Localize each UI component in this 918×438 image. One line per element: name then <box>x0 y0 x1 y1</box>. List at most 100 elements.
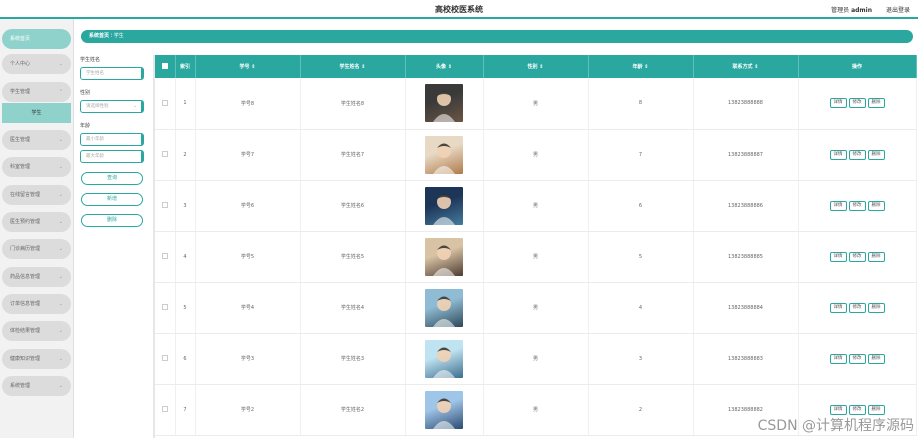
sidebar-subitem-student[interactable]: 学生 <box>2 103 71 123</box>
row-checkbox[interactable] <box>161 151 168 158</box>
row-checkbox[interactable] <box>161 406 168 413</box>
column-header-gender[interactable]: 性别 ⇕ <box>483 55 589 78</box>
chevron-down-icon: ⌄ <box>58 383 63 389</box>
cell-actions: 详情 修改 删除 <box>798 282 917 334</box>
cell-phone: 13823888888 <box>693 78 799 130</box>
sidebar-item-label: 系统管理 <box>10 383 31 389</box>
delete-button[interactable]: 删除 <box>867 353 885 364</box>
column-header-age[interactable]: 年龄 ⇕ <box>588 55 694 78</box>
row-checkbox[interactable] <box>161 355 168 362</box>
detail-button[interactable]: 详情 <box>829 251 847 262</box>
delete-button[interactable]: 删除 <box>867 404 885 415</box>
column-header-student-name[interactable]: 学生姓名 ⇕ <box>300 55 406 78</box>
gender-filter-label: 性别 <box>80 90 91 96</box>
cell-phone: 13823888883 <box>693 333 799 385</box>
detail-button[interactable]: 详情 <box>829 353 847 364</box>
avatar <box>425 135 463 174</box>
cell-age: 8 <box>588 78 694 130</box>
cell-student-id: 学号2 <box>195 384 301 436</box>
cell-index: 4 <box>175 231 196 283</box>
column-header-phone[interactable]: 联系方式 ⇕ <box>693 55 799 78</box>
sidebar-item-departments[interactable]: 科室管理 ⌄ <box>2 157 71 177</box>
detail-button[interactable]: 详情 <box>829 404 847 415</box>
sidebar-item-doctors[interactable]: 医生管理 ⌄ <box>2 130 71 150</box>
detail-button[interactable]: 详情 <box>829 200 847 211</box>
sidebar-item-label: 在线留言管理 <box>10 192 41 198</box>
column-header-student-id[interactable]: 学号 ⇕ <box>195 55 301 78</box>
table-row: 5 学号4 学生姓名4 男 4 13823888884 详情 修改 删除 <box>155 282 917 334</box>
search-button[interactable]: 查询 <box>81 172 143 185</box>
watermark: CSDN @计算机程序源码 <box>757 418 914 434</box>
breadcrumb-home[interactable]: 系统首页 <box>89 33 109 39</box>
batch-delete-button[interactable]: 删除 <box>81 214 143 227</box>
chevron-down-icon: ⌄ <box>58 192 63 198</box>
delete-button[interactable]: 删除 <box>867 149 885 160</box>
logout-link[interactable]: 退出登录 <box>886 5 910 14</box>
detail-button[interactable]: 详情 <box>829 149 847 160</box>
cell-phone: 13823888887 <box>693 129 799 181</box>
sidebar-item-system[interactable]: 系统管理 ⌄ <box>2 376 71 396</box>
cell-student-name: 学生姓名7 <box>300 129 406 181</box>
sidebar-item-orders[interactable]: 订单信息管理 ⌄ <box>2 294 71 314</box>
chevron-down-icon: ⌄ <box>58 61 63 67</box>
edit-button[interactable]: 修改 <box>848 251 866 262</box>
user-role: 管理员 <box>831 7 850 14</box>
cell-gender: 男 <box>483 180 589 232</box>
cell-avatar <box>405 78 484 130</box>
sidebar-item-records[interactable]: 门诊病历管理 ⌄ <box>2 239 71 259</box>
cell-age: 5 <box>588 231 694 283</box>
row-checkbox[interactable] <box>161 253 168 260</box>
student-table: 索引 学号 ⇕ 学生姓名 ⇕ 头像 ⇕ 性别 ⇕ 年龄 ⇕ 联系方式 ⇕ 操作 … <box>153 55 917 438</box>
sidebar-item-students[interactable]: 学生管理 ⌃ <box>2 82 71 102</box>
min-age-input[interactable]: 最小年龄 <box>80 133 144 146</box>
delete-button[interactable]: 删除 <box>867 302 885 313</box>
column-header-avatar[interactable]: 头像 ⇕ <box>405 55 484 78</box>
row-checkbox[interactable] <box>161 100 168 106</box>
sidebar-item-messages[interactable]: 在线留言管理 ⌄ <box>2 185 71 205</box>
sidebar-item-checkups[interactable]: 体检结果管理 ⌄ <box>2 321 71 341</box>
delete-button[interactable]: 删除 <box>867 251 885 262</box>
sidebar-item-appointments[interactable]: 医生预约管理 ⌄ <box>2 212 71 232</box>
edit-button[interactable]: 修改 <box>848 149 866 160</box>
select-all-cell <box>155 55 176 78</box>
delete-button[interactable]: 删除 <box>867 200 885 211</box>
edit-button[interactable]: 修改 <box>848 200 866 211</box>
detail-button[interactable]: 详情 <box>829 98 847 109</box>
cell-student-id: 学号3 <box>195 333 301 385</box>
sidebar-item-personal-center[interactable]: 个人中心 ⌄ <box>2 54 71 74</box>
filter-panel: 学生姓名 学生姓名 性别 请选择性别 ⌄ 年龄 最小年龄 最大年龄 查询 新增 删… <box>80 56 150 235</box>
cell-index: 1 <box>175 78 196 130</box>
cell-avatar <box>405 180 484 232</box>
table-row: 3 学号6 学生姓名6 男 6 13823888886 详情 修改 删除 <box>155 180 917 232</box>
user-info: 管理员 admin <box>831 5 872 14</box>
row-checkbox[interactable] <box>161 304 168 311</box>
cell-student-id: 学号5 <box>195 231 301 283</box>
avatar <box>425 237 463 276</box>
sidebar-item-medicines[interactable]: 药品信息管理 ⌄ <box>2 267 71 287</box>
row-select-cell <box>155 282 176 334</box>
sidebar-item-health-knowledge[interactable]: 健康知识管理 ⌄ <box>2 349 71 369</box>
gender-select[interactable]: 请选择性别 ⌄ <box>80 100 144 113</box>
edit-button[interactable]: 修改 <box>848 404 866 415</box>
cell-gender: 男 <box>483 129 589 181</box>
cell-actions: 详情 修改 删除 <box>798 129 917 181</box>
row-checkbox[interactable] <box>161 202 168 209</box>
edit-button[interactable]: 修改 <box>848 302 866 313</box>
detail-button[interactable]: 详情 <box>829 302 847 313</box>
delete-button[interactable]: 删除 <box>867 98 885 109</box>
cell-student-name: 学生姓名3 <box>300 333 406 385</box>
gender-select-placeholder: 请选择性别 <box>86 104 109 109</box>
sidebar-item-home[interactable]: 系统首页 <box>2 29 71 49</box>
cell-avatar <box>405 282 484 334</box>
chevron-down-icon: ⌄ <box>58 274 63 280</box>
cell-age: 7 <box>588 129 694 181</box>
cell-avatar <box>405 129 484 181</box>
edit-button[interactable]: 修改 <box>848 353 866 364</box>
name-filter-input[interactable]: 学生姓名 <box>80 67 144 80</box>
cell-gender: 男 <box>483 384 589 436</box>
edit-button[interactable]: 修改 <box>848 98 866 109</box>
add-button[interactable]: 新增 <box>81 193 143 206</box>
select-all-checkbox[interactable] <box>161 63 168 70</box>
max-age-input[interactable]: 最大年龄 <box>80 150 144 163</box>
cell-student-name: 学生姓名4 <box>300 282 406 334</box>
